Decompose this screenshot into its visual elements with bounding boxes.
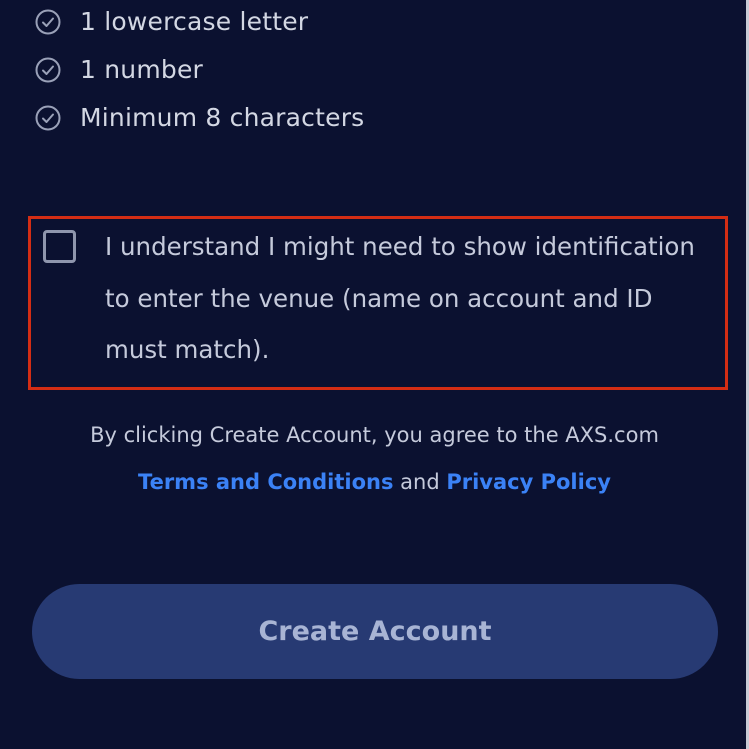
create-account-button[interactable]: Create Account: [32, 584, 718, 679]
requirement-label: Minimum 8 characters: [80, 103, 365, 132]
requirement-number: 1 number: [34, 55, 203, 84]
check-circle-icon: [35, 57, 61, 82]
legal-connector: and: [393, 470, 447, 494]
legal-agreement-text: By clicking Create Account, you agree to…: [90, 423, 659, 447]
check-circle-icon: [35, 9, 61, 34]
requirement-label: 1 lowercase letter: [80, 7, 309, 36]
terms-and-conditions-link[interactable]: Terms and Conditions: [138, 470, 393, 494]
requirement-min-length: Minimum 8 characters: [34, 103, 364, 132]
check-circle-icon: [35, 105, 61, 130]
legal-links: Terms and Conditions and Privacy Policy: [0, 470, 749, 494]
id-acknowledgement-label[interactable]: I understand I might need to show identi…: [105, 221, 705, 376]
privacy-policy-link[interactable]: Privacy Policy: [446, 470, 611, 494]
requirement-label: 1 number: [80, 55, 204, 84]
id-acknowledgement-checkbox[interactable]: [43, 230, 76, 263]
requirement-lowercase: 1 lowercase letter: [34, 7, 308, 36]
id-acknowledgement-section: I understand I might need to show identi…: [28, 216, 728, 390]
